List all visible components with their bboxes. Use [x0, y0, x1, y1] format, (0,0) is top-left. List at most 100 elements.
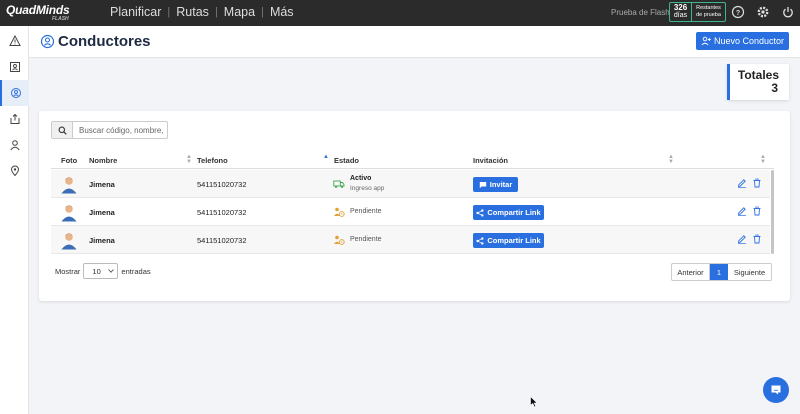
sidebar-item-export[interactable] [0, 106, 29, 132]
active-status-icon [333, 180, 345, 188]
driver-name: Jimena [89, 180, 115, 189]
mouse-cursor-icon [530, 396, 538, 408]
days-unit: días [673, 12, 688, 19]
chat-icon [771, 385, 781, 395]
table-row[interactable]: Jimena 541151020732 Pendiente Compartir … [51, 226, 770, 254]
share-link-button[interactable]: Compartir Link [473, 205, 544, 220]
page-size-select[interactable]: 10 [83, 263, 119, 279]
location-pin-icon [10, 88, 21, 98]
chat-button[interactable] [763, 377, 789, 403]
sidebar-item-conductores[interactable] [0, 80, 29, 106]
share-link-button[interactable]: Compartir Link [473, 233, 544, 248]
svg-text:?: ? [736, 10, 740, 17]
pending-status-icon [334, 235, 345, 245]
delete-icon[interactable] [752, 178, 762, 188]
edit-icon[interactable] [737, 234, 747, 244]
search-input[interactable] [73, 122, 167, 138]
search-box [51, 121, 168, 139]
page-1-button[interactable]: 1 [710, 264, 728, 280]
show-label: Mostrar [55, 266, 81, 276]
days-count-box: 326 días [670, 3, 692, 21]
nav-planificar[interactable]: Planificar [110, 5, 161, 19]
sidebar-item-users[interactable] [0, 132, 29, 158]
map-pin-icon [10, 165, 19, 177]
driver-name: Jimena [89, 236, 115, 245]
driver-name: Jimena [89, 208, 115, 217]
edit-icon[interactable] [737, 178, 747, 188]
page-title: Conductores [58, 33, 151, 50]
user-icon [9, 140, 20, 151]
search-icon [58, 126, 67, 135]
col-foto: Foto [61, 156, 78, 165]
totals-value: 3 [771, 81, 778, 95]
power-icon[interactable] [781, 5, 795, 19]
status-label: Activo [350, 175, 372, 182]
avatar [61, 205, 77, 222]
page-header: Conductores Nuevo Conductor [29, 26, 800, 58]
invite-button[interactable]: Invitar [473, 177, 518, 192]
sidebar-item-contacts[interactable] [0, 54, 29, 80]
sort-actions-icon[interactable]: ▲ ▼ [760, 154, 766, 165]
sort-nombre-icon[interactable]: ▲ ▼ [186, 154, 192, 165]
chevron-down-icon [108, 269, 115, 273]
col-nombre[interactable]: Nombre [89, 156, 117, 165]
nav-mas[interactable]: Más [270, 5, 294, 19]
nav-separator: | [261, 6, 264, 18]
sidebar-item-map[interactable] [0, 158, 29, 184]
pending-status-icon [334, 207, 345, 217]
delete-icon[interactable] [752, 234, 762, 244]
message-icon [479, 181, 486, 188]
invite-label: Invitar [489, 180, 513, 189]
search-button[interactable] [52, 122, 73, 138]
new-driver-label: Nuevo Conductor [713, 36, 785, 46]
trial-days-badge: 326 días Restantes de prueba [669, 2, 726, 22]
days-count: 326 [673, 3, 688, 12]
avatar [61, 177, 77, 194]
new-driver-button[interactable]: Nuevo Conductor [696, 32, 789, 50]
page-size-value: 10 [92, 266, 101, 276]
share-icon [476, 236, 484, 245]
sort-invitacion-icon[interactable]: ▲ ▼ [668, 154, 674, 165]
table-row[interactable]: Jimena 541151020732 Pendiente Compartir … [51, 198, 770, 226]
status-sublabel: Ingreso app [350, 185, 385, 192]
col-telefono[interactable]: Telefono [197, 156, 228, 165]
share-link-label: Compartir Link [487, 236, 541, 245]
quadminds-logo[interactable]: QuadMinds FLASH [6, 3, 78, 23]
add-user-icon [701, 36, 711, 46]
col-invitacion[interactable]: Invitación [473, 156, 508, 165]
sidebar-item-alerts[interactable] [0, 28, 29, 54]
sort-telefono-icon[interactable]: ▲ [323, 154, 329, 160]
gear-icon[interactable] [756, 5, 770, 19]
remaining-line-1: Restantes [696, 5, 721, 11]
page-size-control: Mostrar 10 entradas [55, 263, 151, 279]
share-link-label: Compartir Link [487, 208, 541, 217]
table-scrollbar[interactable] [771, 170, 774, 254]
totals-label: Totales [737, 68, 779, 82]
drivers-card: Foto Nombre ▲▼ Telefono ▲ Estado Invitac… [39, 111, 790, 301]
next-page-button[interactable]: Siguiente [728, 264, 771, 280]
table-row[interactable]: Jimena 541151020732 Activo Ingreso app I… [51, 170, 770, 198]
nav-mapa[interactable]: Mapa [224, 5, 255, 19]
entries-label: entradas [121, 266, 151, 276]
warning-icon [8, 35, 21, 46]
share-icon [476, 208, 484, 217]
help-icon[interactable]: ? [731, 5, 745, 19]
contacts-icon [9, 62, 20, 72]
export-icon [10, 113, 19, 124]
delete-icon[interactable] [752, 206, 762, 216]
logo-text: QuadMinds [6, 3, 70, 17]
table-header: Foto Nombre ▲ ▼ Telefono ▲ Estado Invitac… [51, 151, 774, 169]
driver-phone: 541151020732 [197, 180, 247, 189]
nav-rutas[interactable]: Rutas [176, 5, 209, 19]
remaining-label: Restantes de prueba [692, 3, 725, 21]
col-estado[interactable]: Estado [334, 156, 359, 165]
driver-phone: 541151020732 [197, 236, 247, 245]
nav-separator: | [214, 6, 218, 18]
avatar [61, 233, 77, 250]
status-label: Pendiente [350, 208, 382, 215]
edit-icon[interactable] [737, 206, 747, 216]
driver-phone: 541151020732 [197, 208, 247, 217]
prev-page-button[interactable]: Anterior [672, 264, 710, 280]
trial-label: Prueba de Flash [611, 8, 670, 17]
main-nav: Planificar | Rutas | Mapa | Más [110, 5, 294, 19]
